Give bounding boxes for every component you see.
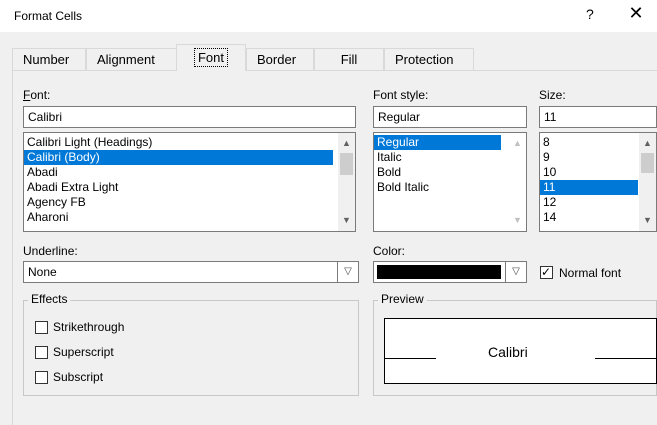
color-label: Color: <box>373 244 406 258</box>
font-style-input[interactable]: Regular <box>373 106 527 128</box>
scroll-thumb[interactable] <box>340 153 353 175</box>
tab-fill[interactable]: Fill <box>314 48 384 70</box>
preview-title: Preview <box>378 292 427 306</box>
list-item-selected[interactable]: 11 <box>540 180 638 195</box>
tab-protection[interactable]: Protection <box>384 48 474 70</box>
superscript-checkbox[interactable] <box>35 346 48 359</box>
tab-font[interactable]: Font <box>176 44 246 71</box>
tab-alignment[interactable]: Alignment <box>86 48 177 70</box>
font-style-label: Font style: <box>373 88 429 102</box>
chevron-down-icon[interactable]: ▽ <box>337 262 358 282</box>
scroll-up-icon: ▲ <box>513 138 522 148</box>
list-item[interactable]: Aharoni <box>24 210 355 225</box>
subscript-checkbox[interactable] <box>35 371 48 384</box>
normal-font-label[interactable]: Normal font <box>559 266 621 280</box>
size-input[interactable]: 11 <box>539 106 657 128</box>
tab-number[interactable]: Number <box>12 48 86 70</box>
font-label-text: ont: <box>30 88 51 102</box>
color-picker[interactable]: ▽ <box>373 261 527 283</box>
font-name-input[interactable]: Calibri <box>23 106 356 128</box>
superscript-label[interactable]: Superscript <box>53 345 114 359</box>
scroll-down-icon[interactable]: ▼ <box>338 212 355 229</box>
size-list-scrollbar[interactable]: ▲ ▼ <box>639 133 656 231</box>
font-list[interactable]: Calibri Light (Headings) Calibri (Body) … <box>23 132 356 232</box>
scroll-thumb[interactable] <box>641 153 654 173</box>
font-list-scrollbar[interactable]: ▲ ▼ <box>338 133 355 231</box>
preview-baseline-right <box>595 358 657 359</box>
underline-label: Underline: <box>23 244 78 258</box>
list-item[interactable]: Bold Italic <box>374 180 526 195</box>
list-item[interactable]: Abadi Extra Light <box>24 180 355 195</box>
close-icon[interactable]: ✕ <box>624 4 648 22</box>
list-item[interactable]: Bold <box>374 165 526 180</box>
underline-dropdown[interactable]: None ▽ <box>23 261 359 283</box>
title-bar <box>0 0 657 32</box>
tab-border[interactable]: Border <box>246 48 314 70</box>
scroll-up-icon[interactable]: ▲ <box>338 135 355 152</box>
list-item-selected[interactable]: Calibri (Body) <box>24 150 333 165</box>
list-item[interactable]: Calibri Light (Headings) <box>24 135 355 150</box>
size-list[interactable]: 8 9 10 11 12 14 ▲ ▼ <box>539 132 657 232</box>
normal-font-checkbox[interactable] <box>540 264 553 280</box>
font-style-list[interactable]: Regular Italic Bold Bold Italic ▲ ▼ <box>373 132 527 232</box>
list-item[interactable]: Italic <box>374 150 526 165</box>
chevron-down-icon[interactable]: ▽ <box>505 262 526 282</box>
scroll-up-icon[interactable]: ▲ <box>639 135 656 152</box>
help-button[interactable]: ? <box>586 6 594 22</box>
subscript-label[interactable]: Subscript <box>53 370 103 384</box>
preview-sample-text: Calibri <box>488 344 528 360</box>
font-label: Font: <box>23 88 51 102</box>
strikethrough-checkbox[interactable] <box>35 321 48 334</box>
dialog-title: Format Cells <box>14 9 83 23</box>
list-item[interactable]: Agency FB <box>24 195 355 210</box>
font-style-scrollbar[interactable]: ▲ ▼ <box>509 133 526 231</box>
strikethrough-label[interactable]: Strikethrough <box>53 320 124 334</box>
size-label: Size: <box>539 88 566 102</box>
scroll-down-icon[interactable]: ▼ <box>639 212 656 229</box>
preview-baseline-left <box>384 358 436 359</box>
list-item[interactable]: Abadi <box>24 165 355 180</box>
effects-title: Effects <box>28 292 71 306</box>
color-swatch <box>377 265 501 279</box>
list-item-selected[interactable]: Regular <box>374 135 501 150</box>
scroll-down-icon: ▼ <box>513 215 522 225</box>
underline-value: None <box>28 265 57 279</box>
